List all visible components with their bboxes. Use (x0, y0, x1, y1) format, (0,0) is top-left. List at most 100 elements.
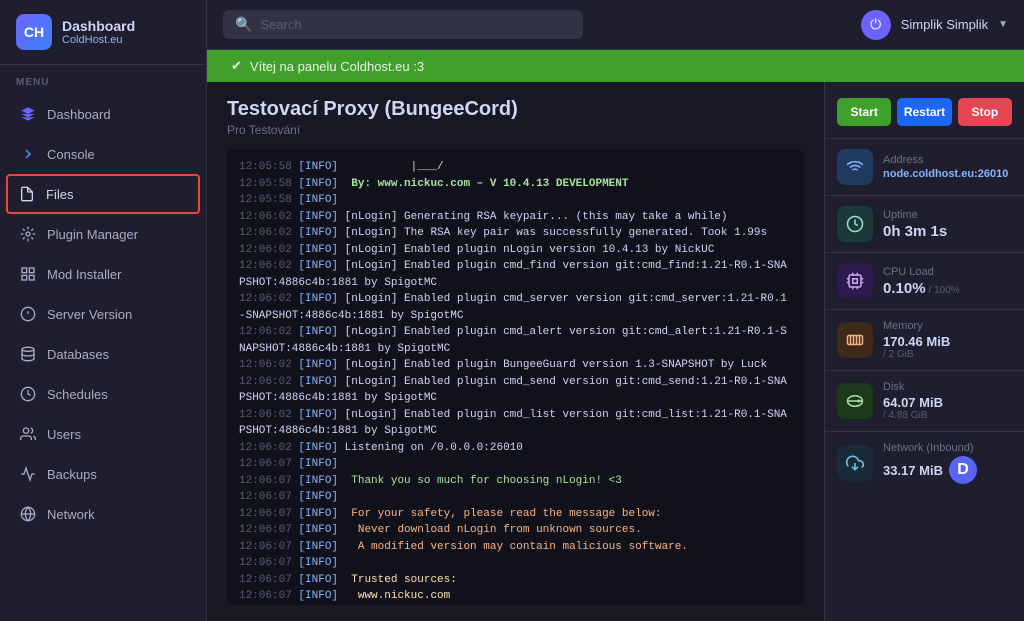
uptime-icon-wrap (837, 206, 873, 242)
cpu-icon (846, 272, 864, 290)
check-icon: ✔ (231, 58, 242, 74)
stat-memory: Memory 170.46 MiB / 2 GiB (825, 309, 1024, 370)
stats-panel: Start Restart Stop Address node.coldhost… (824, 82, 1024, 621)
sidebar-item-files-label: Files (46, 187, 73, 202)
sidebar-item-server-version[interactable]: Server Version (0, 294, 206, 334)
console-line: 12:06:02 [INFO] [nLogin] Enabled plugin … (239, 242, 792, 259)
cpu-value: 0.10% (883, 280, 926, 297)
power-button[interactable]: ⏻ (861, 10, 891, 40)
memory-sub: / 2 GiB (883, 349, 950, 360)
logo-area: CH Dashboard ColdHost.eu (0, 0, 206, 65)
main-area: 🔍 ⏻ Simplik Simplik ▼ ✔ Vítej na panelu … (207, 0, 1024, 621)
database-icon (19, 345, 37, 363)
memory-info: Memory 170.46 MiB / 2 GiB (883, 320, 950, 360)
sidebar-item-databases[interactable]: Databases (0, 334, 206, 374)
wifi-icon (846, 158, 864, 176)
schedule-icon (19, 385, 37, 403)
stat-disk: Disk 64.07 MiB / 4.88 GiB (825, 370, 1024, 431)
network-stat-icon-wrap (837, 445, 873, 481)
console-line: 12:06:02 [INFO] [nLogin] The RSA key pai… (239, 225, 792, 242)
sidebar-item-schedules-label: Schedules (47, 387, 108, 402)
memory-icon (846, 331, 864, 349)
console-line: 12:06:02 [INFO] [nLogin] Enabled plugin … (239, 374, 792, 407)
console-line: 12:06:07 [INFO] www.nickuc.com (239, 588, 792, 605)
sidebar-item-mod-installer[interactable]: Mod Installer (0, 254, 206, 294)
sidebar-item-network[interactable]: Network (0, 494, 206, 534)
address-info: Address node.coldhost.eu:26010 (883, 154, 1008, 180)
memory-icon-wrap (837, 322, 873, 358)
users-icon (19, 425, 37, 443)
sidebar-item-users-label: Users (47, 427, 81, 442)
console-line: 12:06:07 [INFO] Never download nLogin fr… (239, 522, 792, 539)
sidebar-item-server-label: Server Version (47, 307, 132, 322)
console-line: 12:06:02 [INFO] [nLogin] Generating RSA … (239, 209, 792, 226)
sidebar-item-network-label: Network (47, 507, 95, 522)
discord-icon[interactable]: D (949, 456, 977, 484)
address-label: Address (883, 154, 1008, 166)
sidebar-item-users[interactable]: Users (0, 414, 206, 454)
sidebar-item-files[interactable]: Files (6, 174, 200, 214)
start-button[interactable]: Start (837, 98, 891, 126)
clock-icon (846, 215, 864, 233)
console-line: 12:06:07 [INFO] Thank you so much for ch… (239, 473, 792, 490)
sidebar-item-console[interactable]: Console (0, 134, 206, 174)
server-subtitle: Pro Testování (227, 123, 804, 137)
stop-button[interactable]: Stop (958, 98, 1012, 126)
search-box[interactable]: 🔍 (223, 10, 583, 39)
restart-button[interactable]: Restart (897, 98, 951, 126)
sidebar-item-schedules[interactable]: Schedules (0, 374, 206, 414)
console-panel: Testovací Proxy (BungeeCord) Pro Testová… (207, 82, 824, 621)
chevron-down-icon: ▼ (998, 19, 1008, 30)
console-line: 12:06:02 [INFO] Listening on /0.0.0.0:26… (239, 440, 792, 457)
sidebar-item-plugin-manager[interactable]: Plugin Manager (0, 214, 206, 254)
logo-text: Dashboard ColdHost.eu (62, 18, 135, 46)
plugin-icon (19, 225, 37, 243)
stat-cpu: CPU Load 0.10% / 100% (825, 252, 1024, 309)
console-line: 12:06:07 [INFO] Trusted sources: (239, 572, 792, 589)
network-stat-label: Network (Inbound) (883, 442, 977, 454)
sidebar: CH Dashboard ColdHost.eu MENU Dashboard … (0, 0, 207, 621)
console-line: 12:06:02 [INFO] [nLogin] Enabled plugin … (239, 291, 792, 324)
sidebar-item-dashboard[interactable]: Dashboard (0, 94, 206, 134)
console-line: 12:06:07 [INFO] (239, 489, 792, 506)
sidebar-item-plugin-label: Plugin Manager (47, 227, 138, 242)
console-line: 12:06:07 [INFO] www.github.com/nickuc (239, 605, 792, 606)
console-line: 12:05:58 [INFO] |___/ (239, 159, 792, 176)
cpu-label: CPU Load (883, 266, 960, 278)
memory-label: Memory (883, 320, 950, 332)
logo-subtitle: ColdHost.eu (62, 34, 135, 46)
sidebar-item-backups[interactable]: Backups (0, 454, 206, 494)
mod-icon (19, 265, 37, 283)
console-output[interactable]: 12:05:58 [INFO] |___/12:05:58 [INFO] By:… (227, 149, 804, 605)
console-line: 12:06:02 [INFO] [nLogin] Enabled plugin … (239, 407, 792, 440)
menu-label: MENU (0, 65, 206, 94)
content-area: Testovací Proxy (BungeeCord) Pro Testová… (207, 82, 1024, 621)
console-line: 12:06:07 [INFO] A modified version may c… (239, 539, 792, 556)
disk-sub: / 4.88 GiB (883, 410, 943, 421)
sidebar-item-backups-label: Backups (47, 467, 97, 482)
network-stat-info: Network (Inbound) 33.17 MiB D (883, 442, 977, 484)
sidebar-item-mod-label: Mod Installer (47, 267, 121, 282)
network-icon (19, 505, 37, 523)
server-icon (19, 305, 37, 323)
server-title: Testovací Proxy (BungeeCord) (227, 98, 804, 121)
network-value: 33.17 MiB (883, 463, 943, 478)
console-line: 12:06:07 [INFO] For your safety, please … (239, 506, 792, 523)
search-input[interactable] (260, 17, 571, 32)
uptime-value: 0h 3m 1s (883, 223, 947, 240)
uptime-info: Uptime 0h 3m 1s (883, 209, 947, 240)
sidebar-item-databases-label: Databases (47, 347, 109, 362)
logo-icon: CH (16, 14, 52, 50)
disk-icon (846, 392, 864, 410)
notification-text: Vítej na panelu Coldhost.eu :3 (250, 59, 424, 74)
console-icon (19, 145, 37, 163)
topbar: 🔍 ⏻ Simplik Simplik ▼ (207, 0, 1024, 50)
stat-address: Address node.coldhost.eu:26010 (825, 138, 1024, 195)
action-buttons: Start Restart Stop (825, 82, 1024, 138)
stat-network: Network (Inbound) 33.17 MiB D (825, 431, 1024, 494)
files-icon (18, 185, 36, 203)
console-line: 12:06:07 [INFO] (239, 555, 792, 572)
uptime-label: Uptime (883, 209, 947, 221)
console-line: 12:06:07 [INFO] (239, 456, 792, 473)
logo-title: Dashboard (62, 18, 135, 34)
